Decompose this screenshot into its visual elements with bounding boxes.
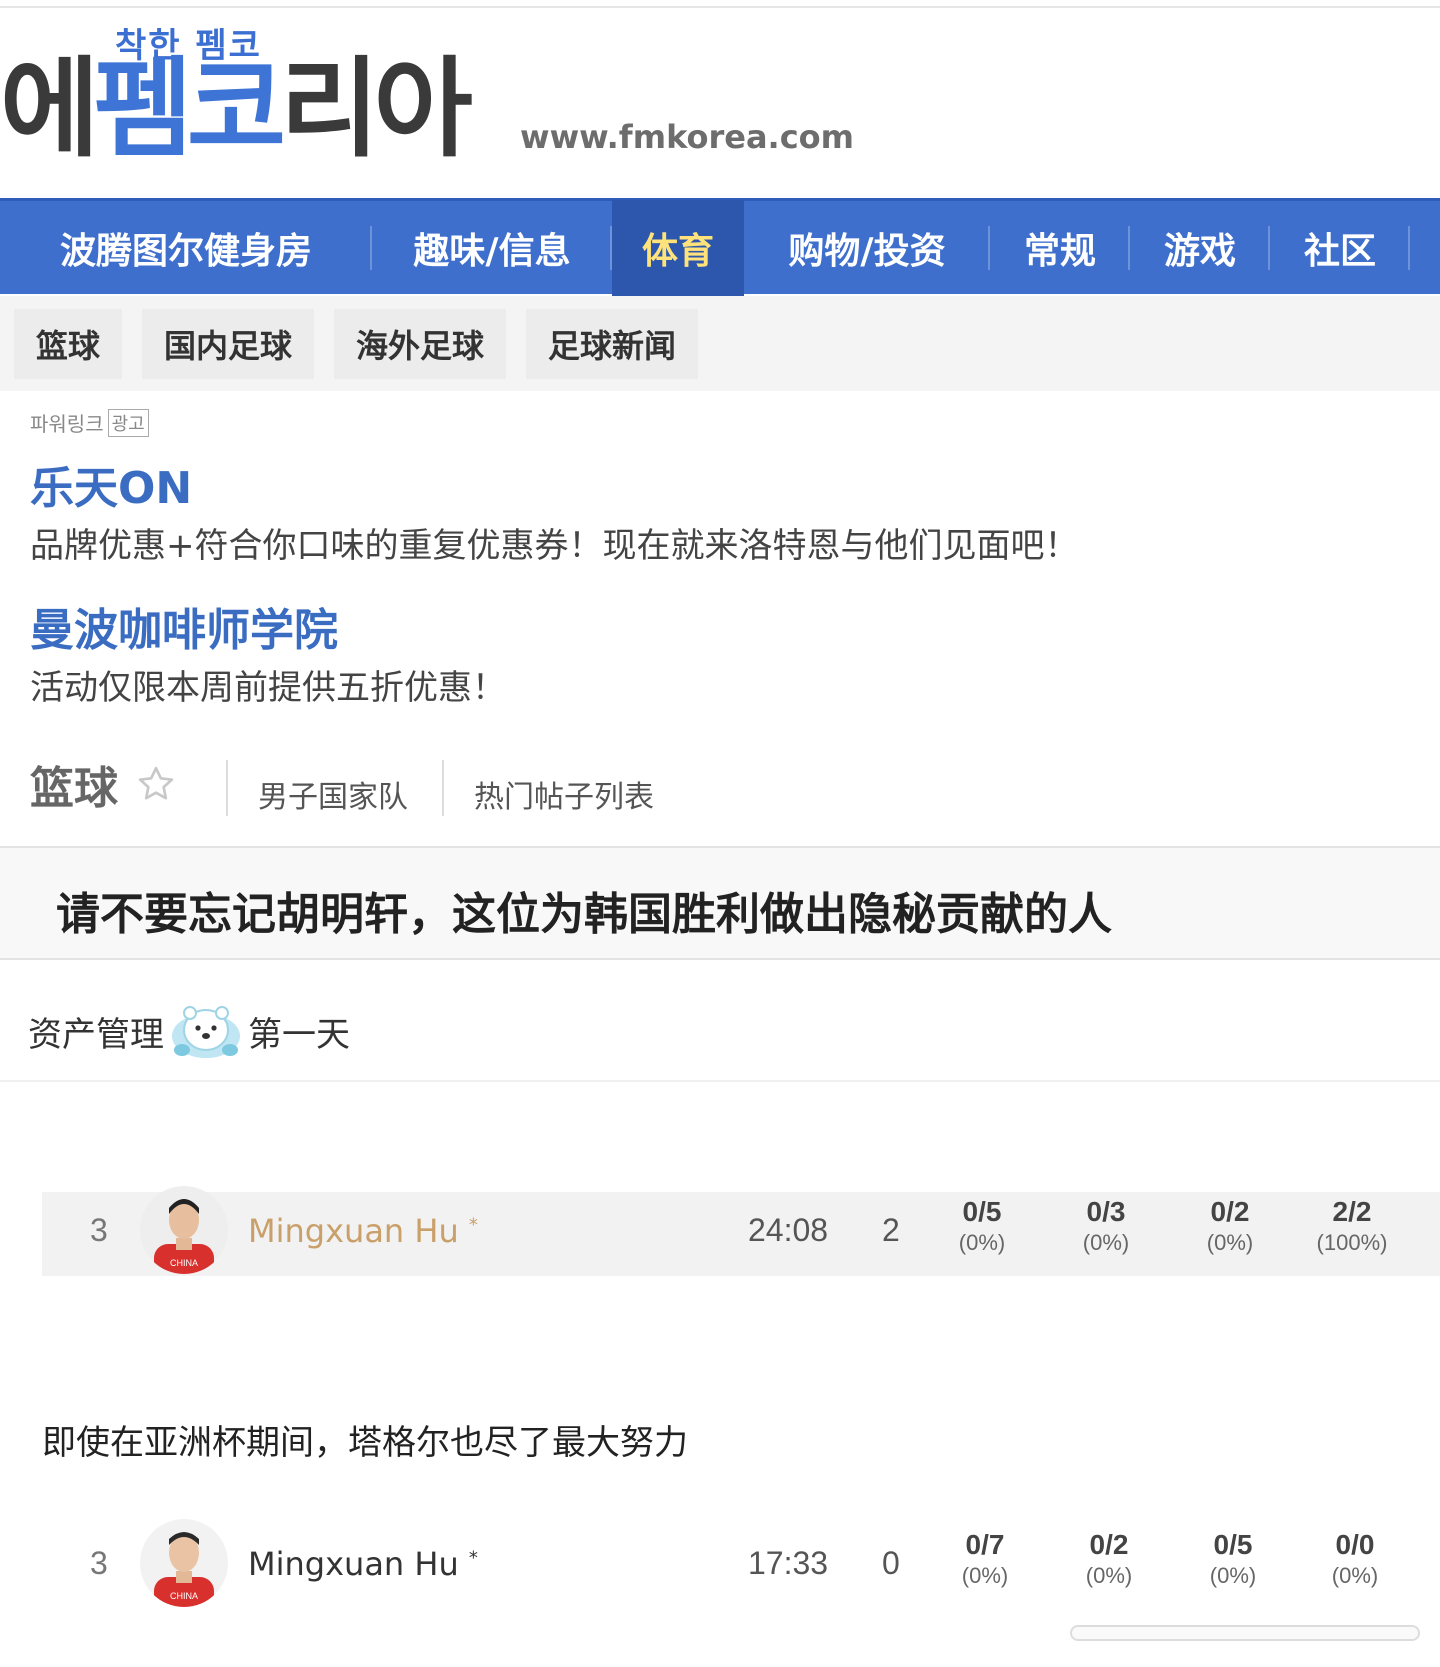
polar-bear-emoji-icon (172, 1006, 240, 1058)
nav-item-general[interactable]: 常规 (990, 200, 1130, 296)
player-name-link[interactable]: Mingxuan Hu * (248, 1545, 478, 1583)
horizontal-scrollbar[interactable] (1070, 1625, 1420, 1641)
stat-cell: 0/7 (0%) (961, 1529, 1009, 1588)
post-body-text: 即使在亚洲杯期间，塔格尔也尽了最大努力 (42, 1423, 688, 1463)
post-title: 请不要忘记胡明轩，这位为韩国胜利做出隐秘贡献的人 (56, 889, 1112, 940)
ad-desc-2: 活动仅限本周前提供五折优惠！ (30, 668, 506, 708)
stat-cell: 0/3 (0%) (1082, 1196, 1130, 1255)
sub-nav: 篮球 国内足球 海外足球 足球新闻 (0, 296, 1440, 391)
nav-item-games[interactable]: 游戏 (1130, 200, 1270, 296)
player-avatar: CHINA (140, 1519, 228, 1607)
svg-text:CHINA: CHINA (170, 1591, 198, 1601)
board-link-hot-posts[interactable]: 热门帖子列表 (474, 772, 654, 816)
minutes-played: 17:33 (748, 1545, 829, 1581)
divider (0, 958, 1440, 960)
ad-badge: 광고 (107, 408, 149, 437)
stat-cell: 0/0 (0%) (1331, 1529, 1379, 1588)
nav-item-gym[interactable]: 波腾图尔健身房 (0, 200, 372, 296)
player-stat-row: 3 CHINA Mingxuan Hu * 24:08 2 0/5 (0%) 0/… (42, 1186, 1440, 1276)
stat-cell: 2/2 (100%) (1316, 1196, 1388, 1255)
divider (226, 760, 228, 816)
powerlink-label: 파워링크 (30, 414, 104, 436)
stat-cell: 0/5 (0%) (958, 1196, 1006, 1255)
ad-label: 파워링크 광고 (30, 408, 149, 437)
site-logo[interactable]: 착한 펨코 에펨코리아 (0, 18, 520, 178)
stat-cell: 0/5 (0%) (1209, 1529, 1257, 1588)
ad-desc-1: 品牌优惠+符合你口味的重复优惠券！现在就来洛特恩与他们见面吧！ (30, 526, 1079, 566)
main-nav: 波腾图尔健身房 趣味/信息 体育 购物/投资 常规 游戏 社区 (0, 198, 1440, 296)
player-stat-row: 3 CHINA Mingxuan Hu * 17:33 0 0/7 (0%) 0/… (42, 1519, 1440, 1609)
points: 0 (882, 1545, 900, 1581)
board-link-mens-national-team[interactable]: 男子国家队 (258, 772, 408, 816)
divider (442, 760, 444, 816)
sub-nav-domestic-football[interactable]: 国内足球 (142, 308, 315, 379)
ad-title-1[interactable]: 乐天ON (30, 452, 192, 516)
post-meta: 资产管理 第一天 (28, 1000, 350, 1062)
svg-text:CHINA: CHINA (170, 1258, 198, 1268)
player-number: 3 (90, 1545, 108, 1581)
logo-wordmark: 에펨코리아 (0, 47, 473, 172)
nav-item-fun-info[interactable]: 趣味/信息 (372, 200, 612, 296)
player-name-link[interactable]: Mingxuan Hu * (248, 1212, 478, 1250)
ad-title-2[interactable]: 曼波咖啡师学院 (30, 594, 338, 658)
logo-url: www.fmkorea.com (520, 118, 854, 156)
nav-item-community[interactable]: 社区 (1270, 200, 1410, 296)
player-avatar: CHINA (140, 1186, 228, 1274)
nav-item-sports[interactable]: 体育 (612, 199, 744, 296)
nav-item-shopping[interactable]: 购物/投资 (744, 200, 990, 296)
sub-nav-football-news[interactable]: 足球新闻 (526, 308, 699, 379)
stat-cell: 0/2 (0%) (1085, 1529, 1133, 1588)
stat-cell: 0/2 (0%) (1206, 1196, 1254, 1255)
board-title: 篮球 (30, 752, 176, 816)
points: 2 (882, 1212, 900, 1248)
star-outline-icon[interactable] (136, 764, 176, 804)
sub-nav-basketball[interactable]: 篮球 (14, 308, 123, 379)
player-number: 3 (90, 1212, 108, 1248)
board-title-text[interactable]: 篮球 (30, 752, 118, 816)
meta-text-after: 第一天 (248, 1014, 350, 1055)
sub-nav-overseas-football[interactable]: 海外足球 (334, 308, 507, 379)
divider (0, 1080, 1440, 1082)
meta-text-before: 资产管理 (28, 1014, 164, 1055)
top-rule (0, 6, 1440, 8)
minutes-played: 24:08 (748, 1212, 829, 1248)
